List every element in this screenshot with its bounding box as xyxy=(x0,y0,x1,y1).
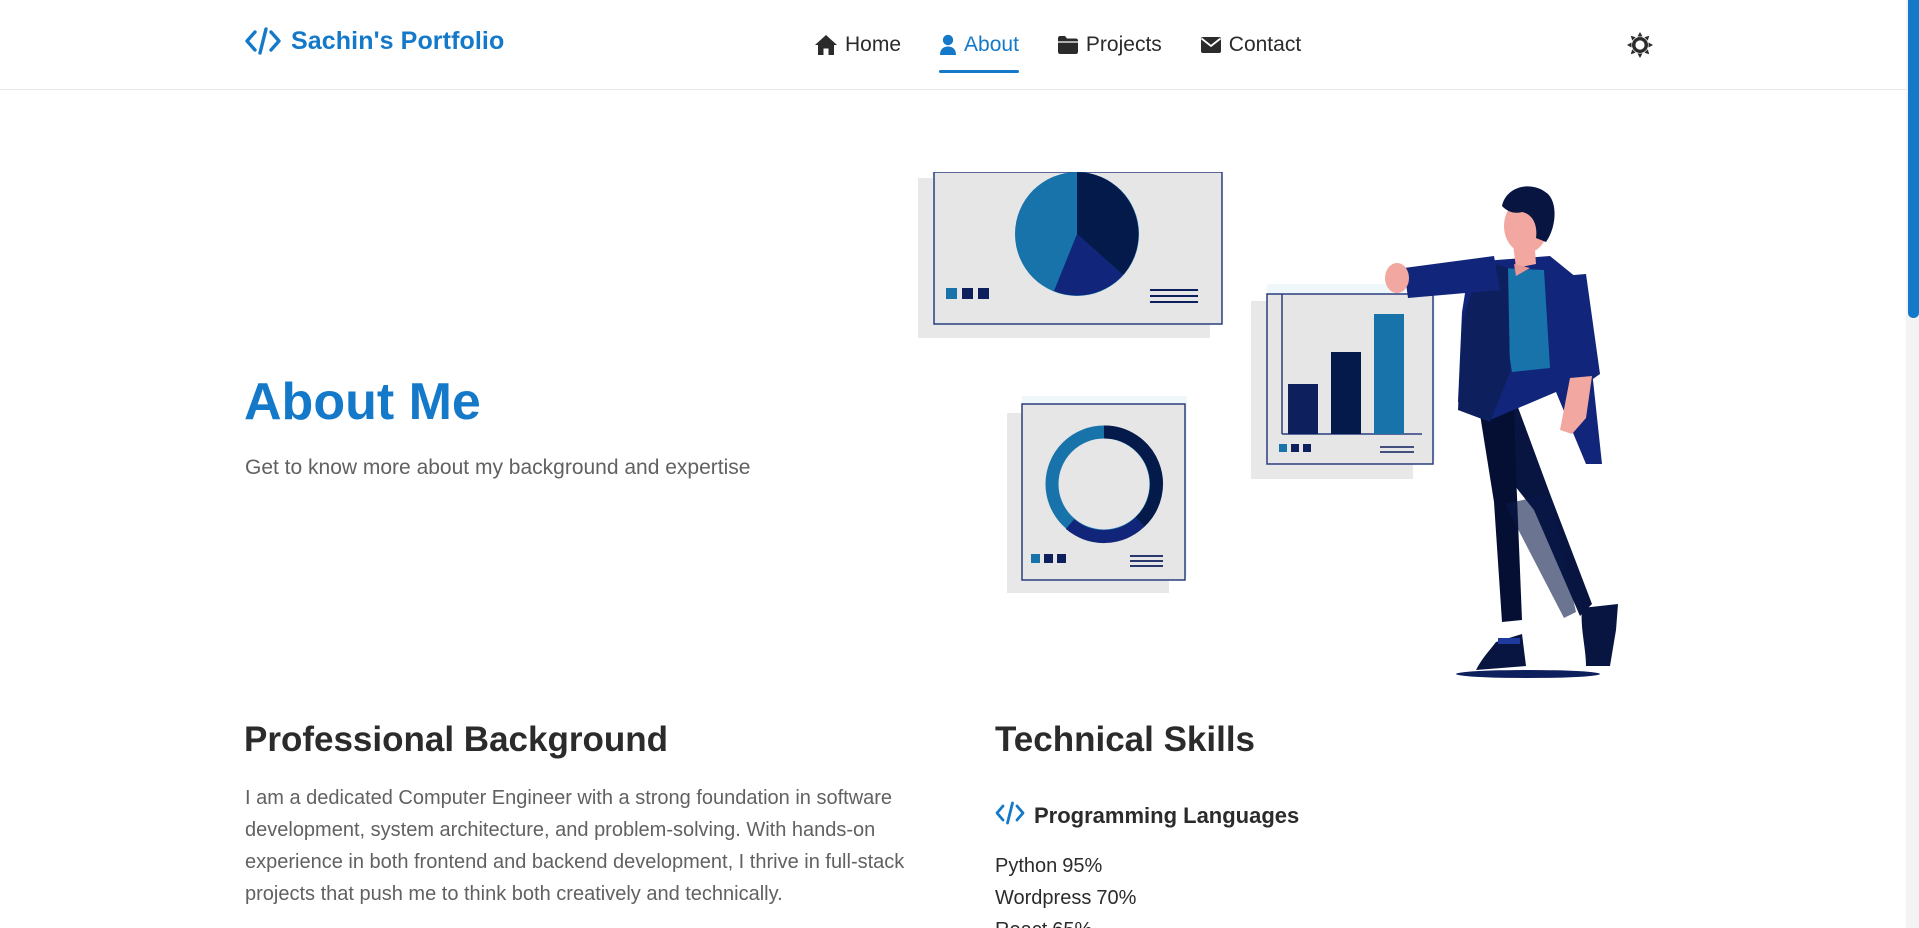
list-item: Python 95% xyxy=(995,850,1136,882)
nav-projects-label: Projects xyxy=(1085,33,1162,56)
skill-level: 70% xyxy=(1096,887,1137,909)
brand-name: Sachin's Portfolio xyxy=(291,26,505,55)
code-icon xyxy=(995,801,1025,830)
skill-level: 95% xyxy=(1062,855,1103,877)
code-icon xyxy=(244,26,282,56)
nav-projects[interactable]: Projects xyxy=(1057,30,1162,60)
envelope-icon xyxy=(1200,36,1222,54)
navbar: Sachin's Portfolio Home About Projects C… xyxy=(0,0,1906,90)
skill-name: Wordpress xyxy=(995,887,1092,909)
nav-home[interactable]: Home xyxy=(814,30,901,60)
nav-contact-label: Contact xyxy=(1228,33,1302,56)
sun-icon xyxy=(1626,32,1654,63)
scrollbar-thumb[interactable] xyxy=(1908,0,1919,318)
theme-toggle-button[interactable] xyxy=(1626,31,1654,59)
nav-contact[interactable]: Contact xyxy=(1200,30,1301,60)
nav-home-label: Home xyxy=(845,33,902,56)
list-item: React 65% xyxy=(995,914,1136,928)
page-subtitle: Get to know more about my background and… xyxy=(245,456,751,479)
skill-list: Python 95% Wordpress 70% React 65% xyxy=(995,850,1136,928)
skill-name: React xyxy=(995,914,1047,928)
home-icon xyxy=(814,34,838,56)
main-nav: Home About Projects Contact xyxy=(814,30,1301,73)
skill-name: Python xyxy=(995,855,1058,877)
nav-about-label: About xyxy=(964,33,1019,56)
person-with-charts-illustration xyxy=(910,171,1630,678)
list-item: Wordpress 70% xyxy=(995,882,1136,914)
technical-skills-heading: Technical Skills xyxy=(995,720,1256,759)
folder-icon xyxy=(1057,35,1079,55)
user-icon xyxy=(939,34,957,56)
brand-logo[interactable]: Sachin's Portfolio xyxy=(244,26,504,56)
professional-background-text: I am a dedicated Computer Engineer with … xyxy=(245,787,905,905)
page-title: About Me xyxy=(244,373,481,431)
skill-level: 65% xyxy=(1052,914,1092,928)
nav-about[interactable]: About xyxy=(939,30,1019,73)
skill-category: Programming Languages xyxy=(995,801,1299,830)
skill-category-label: Programming Languages xyxy=(1034,802,1300,828)
professional-background-heading: Professional Background xyxy=(244,720,668,759)
